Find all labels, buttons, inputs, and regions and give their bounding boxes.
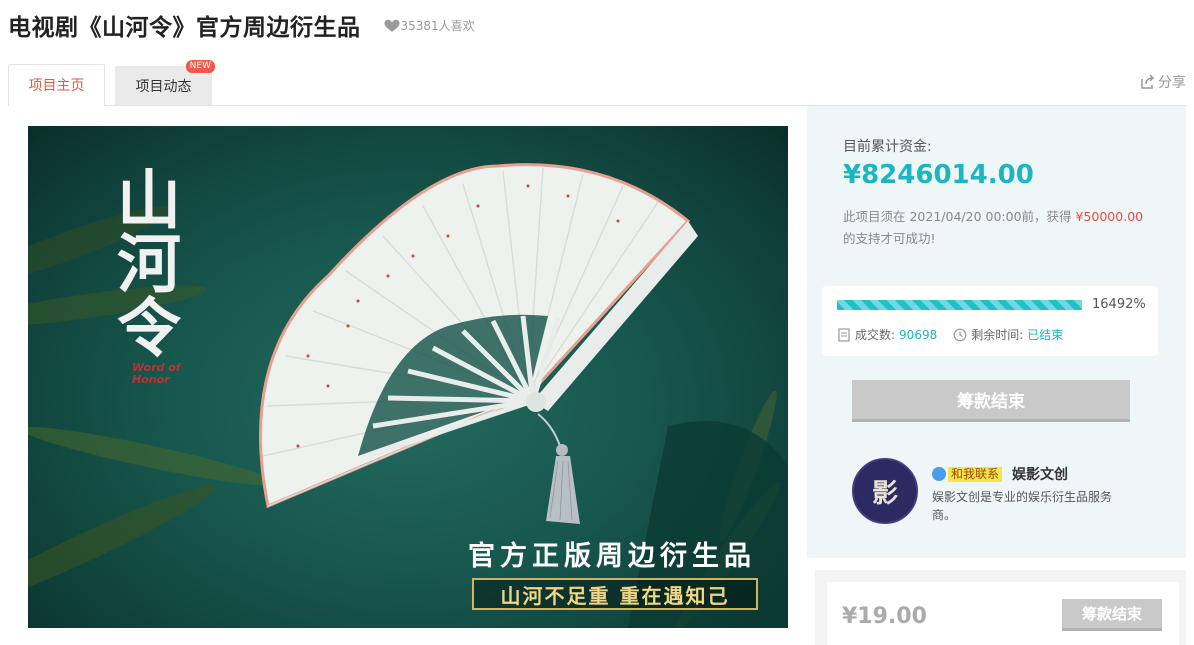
creator-contact-row: 和我联系 娱影文创 — [932, 464, 1068, 484]
funding-sidebar: 目前累计资金: ¥8246014.00 此项目须在 2021/04/20 00:… — [807, 106, 1186, 558]
like-counter[interactable]: 35381人喜欢 — [383, 16, 475, 34]
progress-bar — [837, 300, 1082, 310]
contact-me-button[interactable]: 和我联系 — [948, 466, 1003, 482]
reward-ended-button[interactable]: 筹款结束 — [1062, 599, 1162, 631]
chat-bubble-icon — [932, 467, 946, 481]
reward-price: ¥19.00 — [842, 604, 927, 629]
progress-percent: 16492% — [1092, 297, 1146, 312]
tab-project-updates[interactable]: 项目动态 NEW — [115, 60, 215, 105]
funding-ended-button[interactable]: 筹款结束 — [852, 380, 1130, 422]
share-label: 分享 — [1158, 75, 1186, 91]
creator-avatar[interactable]: 影 — [852, 458, 918, 524]
new-badge: NEW — [185, 60, 215, 73]
remaining-label: 剩余时间: — [971, 328, 1024, 342]
creator-name[interactable]: 娱影文创 — [1012, 464, 1068, 484]
reward-section: ¥19.00 筹款结束 — [815, 570, 1186, 645]
fund-label: 目前累计资金: — [843, 139, 932, 155]
hero-vertical-title: 山河令 — [106, 166, 181, 358]
fund-amount: ¥8246014.00 — [843, 160, 1034, 190]
tab-bar: 项目主页 项目动态 NEW 分享 — [8, 60, 1186, 106]
reward-card: ¥19.00 筹款结束 — [827, 582, 1179, 645]
tab-project-home[interactable]: 项目主页 — [8, 64, 105, 106]
fund-note: 此项目须在 2021/04/20 00:00前，获得 ¥50000.00 的支持… — [843, 206, 1168, 250]
document-icon — [838, 327, 850, 342]
deals-value: 90698 — [899, 327, 938, 342]
fund-goal: ¥50000.00 — [1075, 209, 1144, 224]
tab-project-updates-label: 项目动态 — [135, 78, 192, 95]
progress-fill — [837, 300, 1082, 310]
project-page: 电视剧《山河令》官方周边衍生品 35381人喜欢 项目主页 项目动态 NEW 分… — [0, 0, 1194, 645]
page-title: 电视剧《山河令》官方周边衍生品 — [8, 15, 361, 41]
likes-text: 35381人喜欢 — [400, 18, 475, 33]
title-row: 电视剧《山河令》官方周边衍生品 35381人喜欢 — [8, 8, 475, 42]
fund-note-suffix: 的支持才可成功! — [843, 231, 936, 246]
creator-description: 娱影文创是专业的娱乐衍生品服务商。 — [932, 490, 1113, 522]
progress-meta: 成交数: 90698 剩余时间: 已结束 — [837, 326, 1063, 343]
share-button[interactable]: 分享 — [1140, 72, 1186, 92]
heart-icon — [383, 19, 400, 32]
tab-project-home-label: 项目主页 — [28, 78, 85, 94]
hero-slogan-sub: 山河不足重 重在遇知己 — [472, 578, 758, 610]
progress-card: 16492% 成交数: 90698 剩余时间: 已结束 — [822, 286, 1158, 356]
hero-slogan-main: 官方正版周边衍生品 — [468, 541, 756, 572]
creator-avatar-char: 影 — [871, 478, 898, 509]
fund-note-prefix: 此项目须在 2021/04/20 00:00前，获得 — [843, 209, 1076, 224]
project-hero-image: 山河令 Word of Honor 官方正版周边衍生品 山河不足重 重在遇知己 — [28, 126, 788, 628]
hero-tag: Word of Honor — [132, 361, 181, 386]
clock-icon — [953, 328, 967, 341]
deals-label: 成交数: — [855, 328, 896, 342]
remaining-value: 已结束 — [1027, 328, 1064, 342]
share-icon — [1141, 74, 1155, 89]
